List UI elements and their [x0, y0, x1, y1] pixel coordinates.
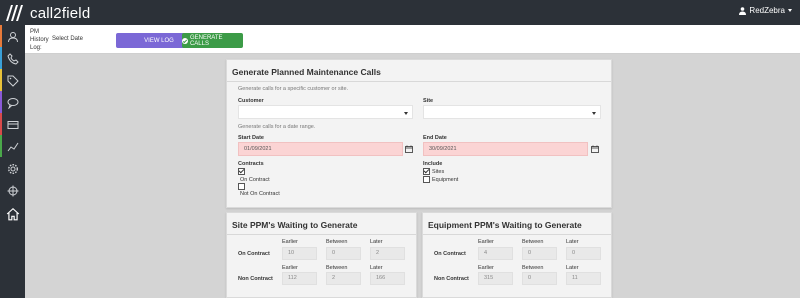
sidebar-item-contacts[interactable] — [0, 26, 25, 48]
caret-down-icon — [788, 9, 792, 12]
col-between: Between — [522, 265, 544, 271]
start-date-label: Start Date — [238, 135, 264, 141]
site-non-earlier: 112 — [282, 272, 317, 285]
logo-stripes-icon — [6, 5, 23, 21]
check-circle-icon — [182, 37, 188, 44]
sidebar-item-tags[interactable] — [0, 70, 25, 92]
customer-hint: Generate calls for a specific customer o… — [238, 86, 349, 92]
col-between: Between — [326, 239, 348, 245]
chart-icon — [7, 142, 18, 152]
equipment-ppm-title: Equipment PPM's Waiting to Generate — [428, 220, 582, 230]
phone-icon — [6, 53, 19, 65]
divider — [227, 234, 416, 235]
sites-checkbox[interactable] — [423, 168, 430, 175]
home-icon — [6, 207, 19, 221]
col-earlier: Earlier — [282, 239, 298, 245]
include-label: Include — [423, 161, 443, 167]
site-non-between: 2 — [326, 272, 361, 285]
col-earlier: Earlier — [282, 265, 298, 271]
end-date-label: End Date — [423, 135, 447, 141]
sidebar-item-calls[interactable] — [0, 48, 25, 70]
end-date-picker[interactable] — [589, 142, 601, 156]
chevron-down-icon — [404, 112, 408, 115]
user-icon — [739, 6, 747, 15]
target-icon — [7, 185, 18, 197]
divider — [423, 234, 611, 235]
tag-icon — [7, 75, 19, 87]
site-on-between: 0 — [326, 247, 361, 260]
brand-logo[interactable]: call2field — [4, 3, 90, 23]
equip-non-later: 11 — [566, 272, 601, 285]
toolbar: PM History Log: Select Date VIEW LOG GEN… — [25, 25, 800, 54]
row-non-contract: Non Contract — [238, 276, 273, 282]
sidebar-item-home[interactable] — [0, 202, 25, 226]
row-non-contract: Non Contract — [434, 276, 469, 282]
sites-label: Sites — [432, 169, 445, 175]
equipment-ppm-panel: Equipment PPM's Waiting to Generate Earl… — [422, 212, 612, 298]
site-label: Site — [423, 98, 434, 104]
calendar-icon — [591, 145, 599, 153]
divider — [227, 81, 611, 82]
equip-on-between: 0 — [522, 247, 557, 260]
generate-calls-label: GENERATE CALLS — [189, 34, 223, 47]
sidebar-item-messages[interactable] — [0, 92, 25, 114]
user-name: RedZebra — [749, 6, 785, 15]
date-hint: Generate calls for a date range. — [238, 124, 316, 130]
site-ppm-panel: Site PPM's Waiting to Generate Earlier B… — [226, 212, 417, 298]
site-on-later: 2 — [370, 247, 405, 260]
col-later: Later — [566, 265, 579, 271]
site-on-earlier: 10 — [282, 247, 317, 260]
end-date-input[interactable]: 30/09/2021 — [423, 142, 588, 156]
row-on-contract: On Contract — [434, 251, 466, 257]
equip-non-earlier: 315 — [478, 272, 513, 285]
pm-history-label: PM History Log: — [30, 29, 49, 51]
not-on-contract-checkbox[interactable] — [238, 183, 245, 190]
site-ppm-title: Site PPM's Waiting to Generate — [232, 220, 358, 230]
start-date-input[interactable]: 01/09/2021 — [238, 142, 403, 156]
equip-on-later: 0 — [566, 247, 601, 260]
equipment-label: Equipment — [432, 177, 459, 183]
col-between: Between — [326, 265, 348, 271]
customer-select[interactable] — [238, 105, 413, 119]
generate-pm-panel: Generate Planned Maintenance Calls Gener… — [226, 59, 612, 208]
equip-non-between: 0 — [522, 272, 557, 285]
chat-icon — [7, 98, 18, 109]
calendar-icon — [405, 145, 413, 153]
sidebar-item-locate[interactable] — [0, 180, 25, 202]
col-earlier: Earlier — [478, 239, 494, 245]
col-later: Later — [370, 239, 383, 245]
not-on-contract-label: Not On Contract — [240, 191, 280, 197]
on-contract-checkbox[interactable] — [238, 168, 245, 175]
panel-title: Generate Planned Maintenance Calls — [232, 67, 381, 77]
generate-calls-button[interactable]: GENERATE CALLS — [182, 33, 243, 48]
sidebar — [0, 25, 25, 298]
user-menu[interactable]: RedZebra — [739, 6, 792, 15]
history-date-value: Select Date — [52, 36, 84, 42]
col-later: Later — [566, 239, 579, 245]
start-date-picker[interactable] — [403, 142, 415, 156]
customer-label: Customer — [238, 98, 264, 104]
equip-on-earlier: 4 — [478, 247, 513, 260]
col-later: Later — [370, 265, 383, 271]
sidebar-item-settings[interactable] — [0, 158, 25, 180]
site-select[interactable] — [423, 105, 601, 119]
contracts-label: Contracts — [238, 161, 264, 167]
col-earlier: Earlier — [478, 265, 494, 271]
top-bar: call2field RedZebra — [0, 0, 800, 25]
sidebar-item-billing[interactable] — [0, 114, 25, 136]
site-non-later: 166 — [370, 272, 405, 285]
gear-icon — [7, 163, 18, 175]
brand-name: call2field — [30, 4, 91, 22]
chevron-down-icon — [592, 112, 596, 115]
user-icon — [7, 32, 18, 43]
row-on-contract: On Contract — [238, 251, 270, 257]
equipment-checkbox[interactable] — [423, 176, 430, 183]
sidebar-item-reports[interactable] — [0, 136, 25, 158]
col-between: Between — [522, 239, 544, 245]
card-icon — [7, 121, 18, 129]
